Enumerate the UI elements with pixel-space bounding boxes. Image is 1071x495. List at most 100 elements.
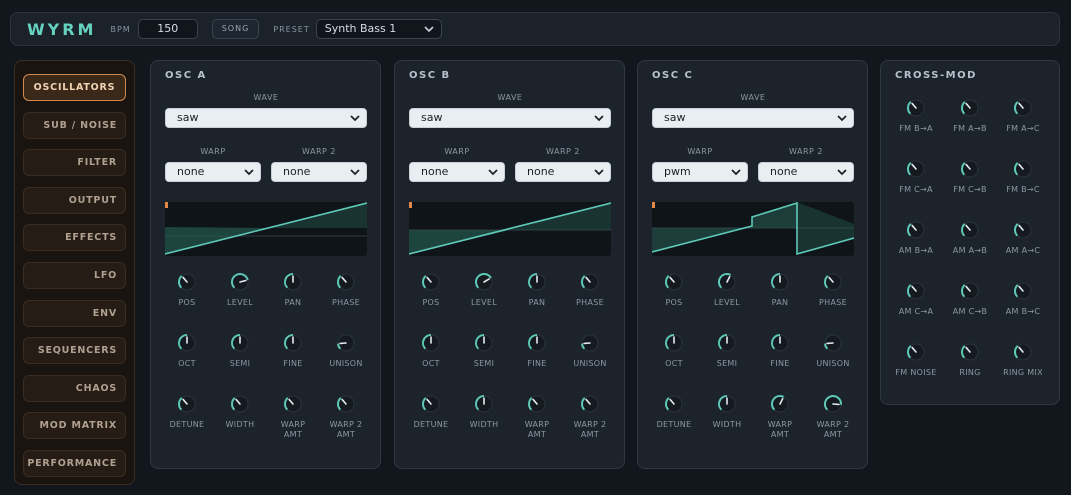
sidebar-item-sequencers[interactable]: SEQUENCERS — [23, 337, 126, 365]
osc-a-phase-knob[interactable] — [336, 272, 356, 292]
osc-b-phase-knob[interactable] — [580, 272, 600, 292]
warp2-label: WARP 2 — [789, 147, 823, 156]
osc-c-wave-select[interactable]: saw — [652, 108, 854, 128]
osc-a-warp-2-amt-knob[interactable] — [336, 394, 356, 414]
bpm-label: BPM — [110, 24, 131, 34]
osc-c-panel: OSC C WAVE saw WARP pwm WARP 2 none POS … — [637, 60, 868, 469]
bpm-input[interactable]: 150 — [137, 19, 198, 39]
osc-b-warp-amt-knob[interactable] — [527, 394, 547, 414]
osc-b-level-knob[interactable] — [474, 272, 494, 292]
sidebar-item-oscillators[interactable]: OSCILLATORS — [23, 74, 126, 101]
preset-select[interactable]: Synth Bass 1 — [315, 19, 442, 39]
osc-a-waveform-display[interactable] — [165, 202, 367, 256]
osc-c-waveform-display[interactable] — [652, 202, 854, 256]
osc-a-oct-knob[interactable] — [177, 333, 197, 353]
osc-a-wave-select[interactable]: saw — [165, 108, 367, 128]
warp-label: WARP — [687, 147, 713, 156]
chevron-down-icon — [731, 169, 741, 176]
osc-c-fine-knob[interactable] — [770, 333, 790, 353]
osc-b-warp-2-amt-knob[interactable] — [580, 394, 600, 414]
osc-b-width-knob[interactable] — [474, 394, 494, 414]
osc-a-pos-label: POS — [178, 298, 196, 307]
song-button[interactable]: SONG — [211, 19, 260, 39]
preset-value: Synth Bass 1 — [324, 22, 397, 35]
osc-c-oct-knob[interactable] — [664, 333, 684, 353]
xmod-am-a-to-b-knob[interactable] — [960, 220, 980, 240]
osc-c-level-label: LEVEL — [714, 298, 740, 307]
osc-b-semi-knob[interactable] — [474, 333, 494, 353]
osc-c-warp-amt-knob[interactable] — [770, 394, 790, 414]
wave-label: WAVE — [253, 93, 279, 102]
xmod-fm-c-to-a-knob[interactable] — [906, 159, 926, 179]
osc-b-unison-knob[interactable] — [580, 333, 600, 353]
osc-a-pan-knob[interactable] — [283, 272, 303, 292]
osc-c-warp-2-amt-knob[interactable] — [823, 394, 843, 414]
osc-b-level-label: LEVEL — [471, 298, 497, 307]
osc-c-warp2-select[interactable]: none — [758, 162, 854, 182]
sidebar-item-mod-matrix[interactable]: MOD MATRIX — [23, 412, 126, 440]
osc-a-phase-label: PHASE — [332, 298, 360, 307]
osc-a-fine-knob[interactable] — [283, 333, 303, 353]
xmod-am-b-to-a-label: AM B→A — [898, 246, 934, 255]
xmod-ring-mix-knob[interactable] — [1013, 342, 1033, 362]
osc-b-oct-label: OCT — [422, 359, 440, 368]
sidebar-item-performance[interactable]: PERFORMANCE — [23, 450, 126, 477]
sidebar-item-sub-noise[interactable]: SUB / NOISE — [23, 111, 126, 139]
sidebar-item-output[interactable]: OUTPUT — [23, 186, 126, 214]
osc-a-panel: OSC A WAVE saw WARP none WARP 2 none POS… — [150, 60, 381, 469]
osc-a-detune-knob[interactable] — [177, 394, 197, 414]
osc-b-warp2-select[interactable]: none — [515, 162, 611, 182]
xmod-fm-b-to-c-knob[interactable] — [1013, 159, 1033, 179]
osc-b-warp-select[interactable]: none — [409, 162, 505, 182]
xmod-ring-knob[interactable] — [960, 342, 980, 362]
xmod-am-c-to-b-knob[interactable] — [960, 281, 980, 301]
xmod-am-b-to-c-knob[interactable] — [1013, 281, 1033, 301]
osc-c-warp-select[interactable]: pwm — [652, 162, 748, 182]
sidebar-item-env[interactable]: ENV — [23, 299, 126, 327]
xmod-fm-a-to-b-knob[interactable] — [960, 98, 980, 118]
osc-c-detune-knob[interactable] — [664, 394, 684, 414]
osc-a-semi-knob[interactable] — [230, 333, 250, 353]
osc-c-pan-knob[interactable] — [770, 272, 790, 292]
wave-label: WAVE — [497, 93, 523, 102]
osc-c-width-knob[interactable] — [717, 394, 737, 414]
xmod-am-c-to-a-knob[interactable] — [906, 281, 926, 301]
xmod-am-b-to-a-knob[interactable] — [906, 220, 926, 240]
osc-b-waveform-display[interactable] — [409, 202, 611, 256]
osc-c-pos-knob[interactable] — [664, 272, 684, 292]
osc-c-phase-label: PHASE — [819, 298, 847, 307]
osc-c-level-knob[interactable] — [717, 272, 737, 292]
osc-a-pos-knob[interactable] — [177, 272, 197, 292]
chevron-down-icon — [244, 169, 254, 176]
osc-b-fine-knob[interactable] — [527, 333, 547, 353]
osc-a-unison-knob[interactable] — [336, 333, 356, 353]
xmod-am-a-to-c-knob[interactable] — [1013, 220, 1033, 240]
osc-b-detune-label: DETUNE — [413, 420, 449, 429]
osc-b-wave-select[interactable]: saw — [409, 108, 611, 128]
osc-a-warp-amt-label: WARP AMT — [280, 420, 306, 439]
xmod-am-a-to-c-label: AM A→C — [1005, 246, 1041, 255]
osc-a-level-knob[interactable] — [230, 272, 250, 292]
sidebar-item-effects[interactable]: EFFECTS — [23, 224, 126, 252]
osc-c-phase-knob[interactable] — [823, 272, 843, 292]
osc-b-oct-knob[interactable] — [421, 333, 441, 353]
xmod-fm-b-to-a-knob[interactable] — [906, 98, 926, 118]
osc-c-semi-knob[interactable] — [717, 333, 737, 353]
xmod-fm-noise-knob[interactable] — [906, 342, 926, 362]
osc-a-warp-amt-knob[interactable] — [283, 394, 303, 414]
osc-c-unison-knob[interactable] — [823, 333, 843, 353]
osc-b-pan-knob[interactable] — [527, 272, 547, 292]
osc-b-detune-knob[interactable] — [421, 394, 441, 414]
osc-b-title: OSC B — [409, 70, 451, 81]
osc-a-width-knob[interactable] — [230, 394, 250, 414]
osc-a-warp-select[interactable]: none — [165, 162, 261, 182]
osc-b-pos-knob[interactable] — [421, 272, 441, 292]
sidebar-item-lfo[interactable]: LFO — [23, 262, 126, 289]
sidebar-item-chaos[interactable]: CHAOS — [23, 374, 126, 402]
warp2-value: none — [770, 165, 798, 178]
sidebar-item-filter[interactable]: FILTER — [23, 149, 126, 177]
chevron-down-icon — [837, 115, 847, 122]
xmod-fm-c-to-b-knob[interactable] — [960, 159, 980, 179]
osc-a-warp2-select[interactable]: none — [271, 162, 367, 182]
xmod-fm-a-to-c-knob[interactable] — [1013, 98, 1033, 118]
